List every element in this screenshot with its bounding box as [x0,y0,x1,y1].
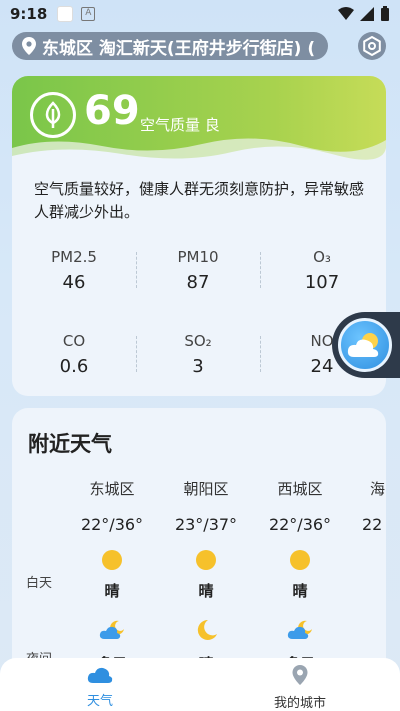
header-wave [12,138,386,168]
cloud-sun-icon [338,318,392,372]
pollutant-co: CO 0.6 [59,332,89,377]
bottom-nav: 天气 我的城市 [0,658,400,711]
notification-icon [57,6,74,22]
app-notification-icon: A [81,7,96,21]
nearby-title: 附近天气 [28,432,112,456]
district-column[interactable]: 海 22 [352,478,386,534]
status-bar: 9:18 A [0,0,400,28]
cloud-moon-icon [99,620,124,639]
gear-icon [363,36,381,56]
aqi-value: 69 [84,88,140,134]
district-temp: 22°/36° [80,515,144,534]
sun-icon [196,550,216,570]
pollutant-so2: SO₂ 3 [136,326,260,396]
sun-icon [102,550,122,570]
district-name: 东城区 [89,480,135,498]
air-quality-card: 69 空气质量 良 空气质量较好，健康人群无须刻意防护，异常敏感人群减少外出。 … [12,76,386,396]
nav-my-city-label: 我的城市 [273,696,326,711]
air-quality-header: 69 空气质量 良 [12,76,386,168]
status-icons [338,6,390,22]
pollutant-pm10: PM10 87 [136,242,260,326]
signal-icon [360,7,374,21]
district-name: 西城区 [277,480,323,498]
pollutant-pm25: PM2.5 46 [51,248,97,293]
aqi-label: 空气质量 良 [140,116,220,134]
cloud-icon [87,667,113,683]
location-selector[interactable]: 东城区 淘汇新天(王府井步行街店) ( [12,32,328,60]
cloud-moon-icon [287,620,312,639]
pollutant-grid: PM2.5 46 PM10 87 O₃ 107 CO 0.6 SO₂ 3 NO 24 [12,242,386,396]
location-pin-icon [22,37,36,55]
nav-weather[interactable]: 天气 [0,658,200,711]
day-condition: 晴 [292,582,308,600]
sun-icon [290,550,310,570]
day-condition: 晴 [104,582,120,600]
district-column[interactable]: 西城区 22°/36° 晴 多云 [260,478,340,674]
nav-weather-label: 天气 [86,694,113,709]
district-temp: 23°/37° [174,515,238,534]
aqi-description: 空气质量较好，健康人群无须刻意防护，异常敏感人群减少外出。 [34,180,365,221]
day-row-label: 白天 [26,576,53,591]
settings-button[interactable] [358,32,386,60]
status-time: 9:18 [10,5,48,23]
leaf-icon [30,92,76,138]
location-pin-icon [292,665,308,685]
district-temp: 22 [362,515,383,534]
district-name: 海 [370,480,386,498]
wifi-icon [338,7,354,20]
floating-weather-button[interactable] [332,312,400,378]
district-temp: 22°/36° [268,515,332,534]
battery-icon [381,6,389,21]
day-condition: 晴 [198,582,214,600]
moon-icon [197,619,217,640]
district-column[interactable]: 东城区 22°/36° 晴 多云 [72,478,152,674]
nav-my-city[interactable]: 我的城市 [200,658,400,711]
location-text: 东城区 淘汇新天(王府井步行街店) ( [42,38,316,59]
district-column[interactable]: 朝阳区 23°/37° 晴 晴 [166,478,246,674]
district-name: 朝阳区 [183,480,229,498]
